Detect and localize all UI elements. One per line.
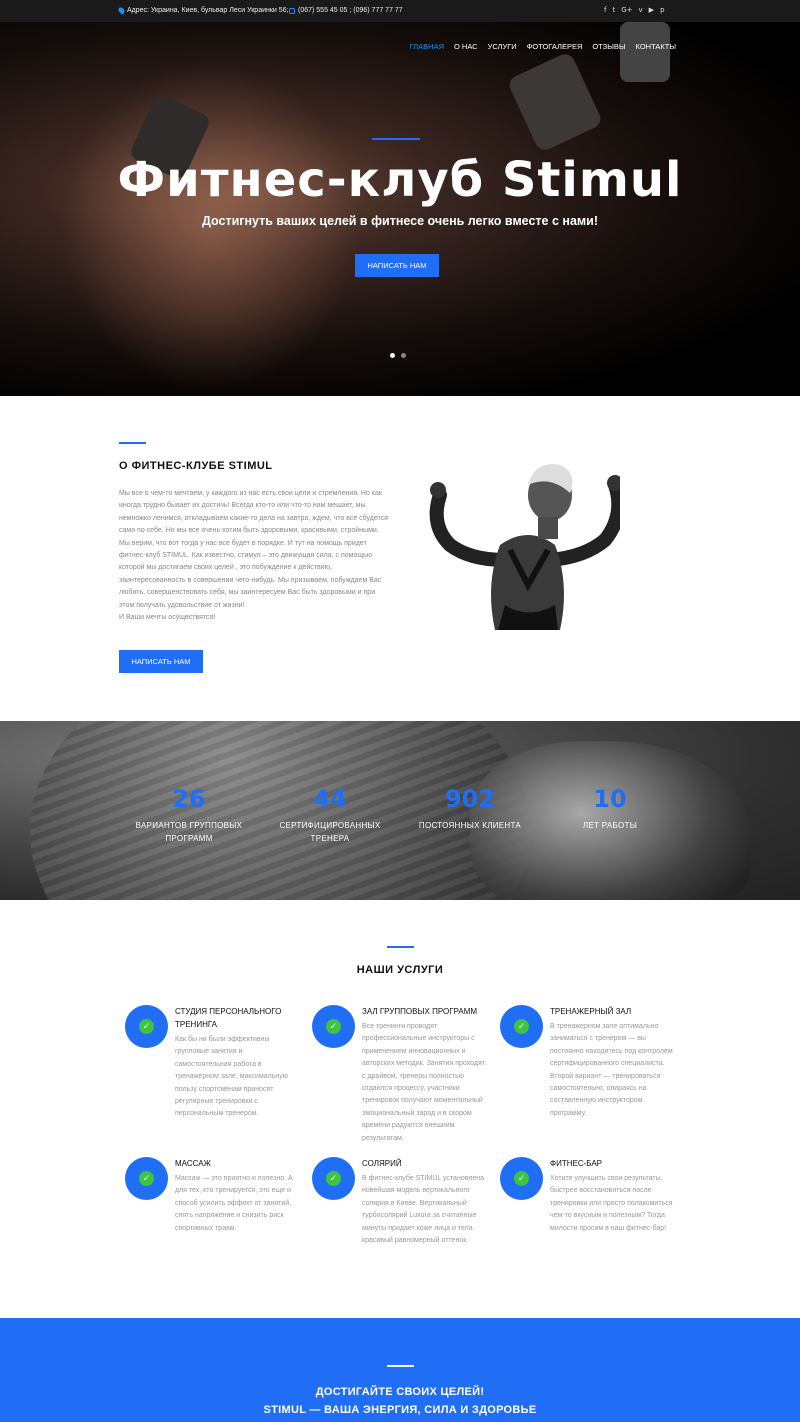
about-text: Мы все о чем-то мечтаем, у каждого из на… (119, 488, 391, 624)
address-text: Адрес: Украина, Киев, бульвар Леси Украи… (127, 7, 289, 14)
top-bar: Адрес: Украина, Киев, бульвар Леси Украи… (0, 0, 800, 22)
check-icon: ✓ (139, 1019, 154, 1034)
service-title: МАССАЖ (175, 1159, 211, 1168)
facebook-icon[interactable]: f (604, 6, 606, 14)
about-closing: И Ваши мечты осуществятся! (119, 614, 216, 622)
service-title: СОЛЯРИЙ (362, 1159, 402, 1168)
slider-dot[interactable] (390, 353, 395, 358)
service-icon: ✓ (500, 1005, 543, 1048)
check-icon: ✓ (514, 1171, 529, 1186)
phone-text[interactable]: (067) 555 45 05 ; (096) 777 77 77 (298, 7, 403, 14)
service-desc: Все тренинги проводят профессиональные и… (362, 1023, 485, 1142)
main-nav: ГЛАВНАЯ О НАС УСЛУГИ ФОТОГАЛЕРЕЯ ОТЗЫВЫ … (410, 42, 676, 51)
band-divider (387, 1365, 414, 1367)
social-links: f t G+ v ▶ p (604, 6, 665, 14)
check-icon: ✓ (326, 1019, 341, 1034)
about-title: О ФИТНЕС-КЛУБЕ STIMUL (119, 460, 273, 472)
nav-item-about[interactable]: О НАС (454, 42, 478, 51)
nav-item-home[interactable]: ГЛАВНАЯ (410, 42, 444, 51)
service-icon: ✓ (312, 1157, 355, 1200)
stat-label: СЕРТИФИЦИРОВАННЫХ ТРЕНЕРА (279, 821, 381, 843)
stat-years: 10 ЛЕТ РАБОТЫ (570, 785, 650, 832)
service-desc: В фитнес-клубе STIMUL установлена новейш… (362, 1175, 485, 1245)
pinterest-icon[interactable]: p (660, 6, 664, 14)
dumbbell-image (506, 50, 604, 154)
stat-clients: 902 ПОСТОЯННЫХ КЛИЕНТА (415, 785, 525, 832)
service-desc: Как бы ни были эффективны групповые заня… (175, 1036, 289, 1118)
stat-number: 10 (593, 785, 627, 813)
check-icon: ✓ (139, 1171, 154, 1186)
cta-band: ДОСТИГАЙТЕ СВОИХ ЦЕЛЕЙ! STIMUL — ВАША ЭН… (0, 1318, 800, 1422)
check-icon: ✓ (326, 1171, 341, 1186)
athlete-image (429, 464, 620, 630)
stat-trainers: 44 СЕРТИФИЦИРОВАННЫХ ТРЕНЕРА (275, 785, 385, 845)
stat-number: 26 (172, 785, 206, 813)
nav-item-reviews[interactable]: ОТЗЫВЫ (592, 42, 625, 51)
google-plus-icon[interactable]: G+ (621, 6, 632, 14)
stat-label: ВАРИАНТОВ ГРУППОВЫХ ПРОГРАММ (135, 821, 243, 843)
hero-slider: ГЛАВНАЯ О НАС УСЛУГИ ФОТОГАЛЕРЕЯ ОТЗЫВЫ … (0, 22, 800, 396)
youtube-icon[interactable]: ▶ (649, 6, 654, 14)
service-title: ЗАЛ ГРУППОВЫХ ПРОГРАММ (362, 1007, 478, 1016)
service-desc: Хотите улучшить свои результаты, быстрее… (550, 1175, 673, 1232)
band-line-2: STIMUL — ВАША ЭНЕРГИЯ, СИЛА И ЗДОРОВЬЕ (263, 1404, 537, 1416)
phone-icon (289, 7, 295, 14)
vimeo-icon[interactable]: v (639, 6, 643, 14)
service-icon: ✓ (500, 1157, 543, 1200)
twitter-icon[interactable]: t (612, 6, 615, 14)
nav-item-contacts[interactable]: КОНТАКТЫ (636, 42, 676, 51)
stats-section (0, 721, 800, 900)
nav-item-gallery[interactable]: ФОТОГАЛЕРЕЯ (527, 42, 583, 51)
stat-label: ПОСТОЯННЫХ КЛИЕНТА (418, 821, 522, 830)
about-divider (119, 442, 146, 444)
service-title: ФИТНЕС-БАР (550, 1159, 603, 1168)
hero-divider (372, 138, 420, 140)
dumbbell-image (620, 22, 670, 82)
service-desc: В тренажерном зале оптимально заниматься… (550, 1023, 673, 1117)
hero-contact-button[interactable]: НАПИСАТЬ НАМ (355, 254, 439, 277)
address: Адрес: Украина, Киев, бульвар Леси Украи… (117, 6, 289, 15)
service-title: СТУДИЯ ПЕРСОНАЛЬНОГО ТРЕНИНГА (175, 1007, 282, 1029)
map-pin-icon (117, 6, 126, 15)
nav-item-services[interactable]: УСЛУГИ (488, 42, 517, 51)
slider-dot[interactable] (401, 353, 406, 358)
check-icon: ✓ (514, 1019, 529, 1034)
stat-label: ЛЕТ РАБОТЫ (582, 821, 638, 830)
slider-dots (390, 353, 406, 358)
phone[interactable]: (067) 555 45 05 ; (096) 777 77 77 (289, 7, 403, 14)
hero-subtitle: Достигнуть ваших целей в фитнесе очень л… (201, 214, 598, 228)
services-title: НАШИ УСЛУГИ (356, 964, 444, 976)
stat-number: 902 (444, 785, 496, 813)
stat-programs: 26 ВАРИАНТОВ ГРУППОВЫХ ПРОГРАММ (130, 785, 248, 845)
service-desc: Массаж — это приятно и полезно. А для те… (175, 1175, 293, 1232)
about-paragraph: Мы все о чем-то мечтаем, у каждого из на… (119, 490, 388, 609)
about-contact-button[interactable]: НАПИСАТЬ НАМ (119, 650, 203, 673)
services-divider (387, 946, 414, 948)
service-icon: ✓ (312, 1005, 355, 1048)
service-icon: ✓ (125, 1157, 168, 1200)
hero-title: Фитнес-клуб Stimul (117, 152, 683, 208)
band-line-1: ДОСТИГАЙТЕ СВОИХ ЦЕЛЕЙ! (315, 1386, 485, 1398)
service-title: ТРЕНАЖЕРНЫЙ ЗАЛ (550, 1007, 632, 1016)
stat-number: 44 (313, 785, 347, 813)
service-icon: ✓ (125, 1005, 168, 1048)
